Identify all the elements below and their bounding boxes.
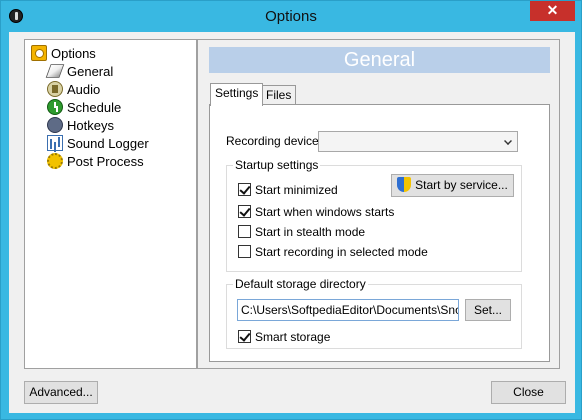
advanced-button[interactable]: Advanced... [24, 381, 98, 404]
settings-pane: General Settings Files Recording device … [197, 39, 560, 369]
sound-logger-icon [47, 135, 63, 151]
tree-item-sound-logger[interactable]: Sound Logger [47, 135, 149, 153]
general-icon [45, 64, 65, 78]
window-close-button[interactable]: ✕ [530, 1, 575, 21]
audio-icon [47, 81, 63, 97]
checkbox-icon [238, 205, 251, 218]
tree-item-post-process[interactable]: Post Process [47, 153, 144, 171]
options-tree: Options General Audio Schedule Hotkeys S… [24, 39, 197, 369]
post-process-icon [47, 153, 63, 169]
storage-directory-title: Default storage directory [233, 277, 368, 291]
app-icon [9, 9, 23, 23]
settings-tab-content: Recording device Startup settings Start … [209, 104, 550, 362]
window-title: Options [265, 8, 317, 25]
tree-item-label: Post Process [67, 154, 144, 169]
checkbox-label: Smart storage [255, 330, 331, 344]
section-header: General [209, 47, 550, 73]
tree-item-schedule[interactable]: Schedule [47, 99, 121, 117]
tree-item-label: Audio [67, 82, 101, 97]
tab-settings[interactable]: Settings [210, 83, 264, 106]
smart-storage-checkbox[interactable]: Smart storage [238, 330, 330, 346]
checkbox-icon [238, 330, 251, 343]
tab-files[interactable]: Files [261, 85, 297, 105]
checkbox-label: Start when windows starts [255, 205, 395, 219]
chevron-down-icon [504, 137, 512, 145]
tree-item-options[interactable]: Options [31, 45, 96, 63]
start-when-windows-starts-checkbox[interactable]: Start when windows starts [238, 205, 394, 221]
checkbox-label: Start in stealth mode [255, 225, 366, 239]
tree-item-label: Schedule [67, 100, 122, 115]
recording-device-label: Recording device [226, 134, 319, 148]
start-by-service-button[interactable]: Start by service... [391, 174, 514, 197]
start-minimized-checkbox[interactable]: Start minimized [238, 183, 338, 199]
tree-item-hotkeys[interactable]: Hotkeys [47, 117, 114, 135]
set-storage-button[interactable]: Set... [465, 299, 511, 321]
checkbox-icon [238, 245, 251, 258]
schedule-icon [47, 99, 63, 115]
checkbox-icon [238, 183, 251, 196]
startup-settings-group: Startup settings Start minimized Start w… [226, 158, 522, 272]
tree-item-label: General [67, 64, 114, 79]
uac-shield-icon [397, 177, 412, 192]
start-by-service-label: Start by service... [415, 178, 508, 192]
checkbox-label: Start recording in selected mode [255, 245, 428, 259]
recording-device-select[interactable] [318, 131, 518, 152]
tree-item-general[interactable]: General [45, 63, 114, 81]
close-button[interactable]: Close [491, 381, 566, 404]
tree-item-label: Options [51, 46, 96, 61]
title-bar: Options ✕ [1, 1, 581, 32]
start-recording-selected-mode-checkbox[interactable]: Start recording in selected mode [238, 245, 428, 261]
storage-path-input[interactable]: C:\Users\SoftpediaEditor\Documents\Snoop [237, 299, 459, 321]
checkbox-icon [238, 225, 251, 238]
client-area: Options General Audio Schedule Hotkeys S… [9, 32, 575, 413]
storage-directory-group: Default storage directory C:\Users\Softp… [226, 277, 522, 349]
hotkeys-icon [47, 117, 63, 133]
options-icon [31, 45, 47, 61]
tree-item-label: Sound Logger [67, 136, 149, 151]
checkbox-label: Start minimized [255, 183, 338, 197]
startup-settings-title: Startup settings [233, 158, 321, 172]
tree-item-audio[interactable]: Audio [47, 81, 100, 99]
tree-item-label: Hotkeys [67, 118, 114, 133]
start-in-stealth-mode-checkbox[interactable]: Start in stealth mode [238, 225, 365, 241]
options-window: Options ✕ Options General Audio Schedule… [0, 0, 582, 420]
